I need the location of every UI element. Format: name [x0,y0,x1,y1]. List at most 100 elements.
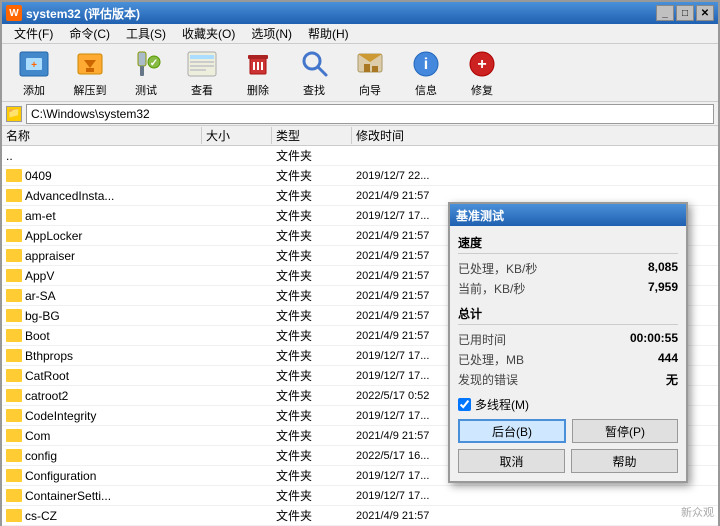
help-button[interactable]: 帮助 [571,449,678,473]
wizard-label: 向导 [359,82,381,98]
table-row[interactable]: ..文件夹 [2,146,718,166]
menu-bar: 文件(F) 命令(C) 工具(S) 收藏夹(O) 选项(N) 帮助(H) [2,24,718,44]
col-type-header[interactable]: 类型 [272,127,352,144]
test-button[interactable]: ✓ 测试 [120,48,172,98]
repair-label: 修复 [471,82,493,98]
menu-favorites[interactable]: 收藏夹(O) [174,23,243,44]
file-name-cell: ContainerSetti... [2,489,202,503]
folder-icon [6,309,22,322]
file-name-cell: 0409 [2,169,202,183]
pause-button[interactable]: 暂停(P) [572,419,678,443]
file-name-text: catroot2 [25,389,68,403]
total-errors-row: 发现的错误 无 [458,371,678,388]
file-name-cell: AppV [2,269,202,283]
total-processed-label: 已处理，MB [458,351,524,368]
multithread-label[interactable]: 多线程(M) [475,396,529,413]
cancel-button[interactable]: 取消 [458,449,565,473]
file-type-cell: 文件夹 [272,267,352,284]
file-name-cell: CatRoot [2,369,202,383]
app-icon: W [6,5,22,21]
file-date-cell: 2021/4/9 21:57 [352,510,512,522]
file-name-cell: CodeIntegrity [2,409,202,423]
file-type-cell: 文件夹 [272,487,352,504]
view-label: 查看 [191,82,213,98]
table-row[interactable]: ContainerSetti... 文件夹2019/12/7 17... [2,486,718,506]
delete-button[interactable]: 删除 [232,48,284,98]
menu-file[interactable]: 文件(F) [6,23,61,44]
folder-icon [6,249,22,262]
dialog-body: 速度 已处理，KB/秒 8,085 当前，KB/秒 7,959 总计 已用时间 … [450,226,686,481]
multithread-row: 多线程(M) [458,396,678,413]
menu-options[interactable]: 选项(N) [243,23,300,44]
address-input[interactable] [26,104,714,124]
menu-tools[interactable]: 工具(S) [118,23,174,44]
file-type-cell: 文件夹 [272,447,352,464]
file-name-cell: bg-BG [2,309,202,323]
speed-current-value: 7,959 [648,280,678,297]
file-name-text: AppLocker [25,229,82,243]
file-name-text: CodeIntegrity [25,409,96,423]
table-row[interactable]: 0409文件夹2019/12/7 22... [2,166,718,186]
file-name-text: AppV [25,269,54,283]
file-name-cell: catroot2 [2,389,202,403]
file-name-cell: appraiser [2,249,202,263]
menu-help[interactable]: 帮助(H) [300,23,357,44]
repair-button[interactable]: + 修复 [456,48,508,98]
folder-icon [6,429,22,442]
file-type-cell: 文件夹 [272,207,352,224]
folder-icon [6,229,22,242]
speed-section: 速度 已处理，KB/秒 8,085 当前，KB/秒 7,959 [458,234,678,297]
file-name-text: Boot [25,329,50,343]
table-row[interactable]: cs-CZ文件夹2021/4/9 21:57 [2,506,718,526]
col-date-header[interactable]: 修改时间 [352,127,512,144]
folder-icon [6,369,22,382]
folder-icon [6,449,22,462]
file-name-cell: Configuration [2,469,202,483]
view-icon [186,48,218,80]
multithread-checkbox[interactable] [458,398,471,411]
wizard-button[interactable]: 向导 [344,48,396,98]
view-button[interactable]: 查看 [176,48,228,98]
folder-icon [6,509,22,522]
file-type-cell: 文件夹 [272,227,352,244]
maximize-button[interactable]: □ [676,5,694,21]
folder-icon [6,329,22,342]
speed-current-row: 当前，KB/秒 7,959 [458,280,678,297]
delete-label: 删除 [247,82,269,98]
title-bar: W system32 (评估版本) _ □ ✕ [2,2,718,24]
folder-icon [6,349,22,362]
close-button[interactable]: ✕ [696,5,714,21]
total-title: 总计 [458,305,678,325]
find-label: 查找 [303,82,325,98]
file-name-text: 0409 [25,169,52,183]
file-name-cell: cs-CZ [2,509,202,523]
file-name-cell: AdvancedInsta... [2,189,202,203]
folder-icon [6,289,22,302]
add-label: 添加 [23,82,45,98]
col-name-header[interactable]: 名称 [2,127,202,144]
svg-text:✓: ✓ [150,58,158,69]
file-name-text: cs-CZ [25,509,57,523]
file-type-cell: 文件夹 [272,167,352,184]
file-type-cell: 文件夹 [272,287,352,304]
extract-button[interactable]: 解压到 [64,48,116,98]
file-name-text: am-et [25,209,56,223]
main-window: W system32 (评估版本) _ □ ✕ 文件(F) 命令(C) 工具(S… [0,0,720,526]
file-name-text: Bthprops [25,349,73,363]
minimize-button[interactable]: _ [656,5,674,21]
folder-icon [6,389,22,402]
file-name-text: AdvancedInsta... [25,189,114,203]
file-name-text: Com [25,429,50,443]
menu-command[interactable]: 命令(C) [61,23,118,44]
toolbar: + 添加 解压到 ✓ [2,44,718,102]
background-button[interactable]: 后台(B) [458,419,566,443]
col-size-header[interactable]: 大小 [202,127,272,144]
folder-icon [6,269,22,282]
find-button[interactable]: 查找 [288,48,340,98]
total-time-value: 00:00:55 [630,331,678,348]
add-button[interactable]: + 添加 [8,48,60,98]
file-name-text: Configuration [25,469,96,483]
file-date-cell: 2019/12/7 17... [352,490,512,502]
wizard-icon [354,48,386,80]
info-button[interactable]: i 信息 [400,48,452,98]
